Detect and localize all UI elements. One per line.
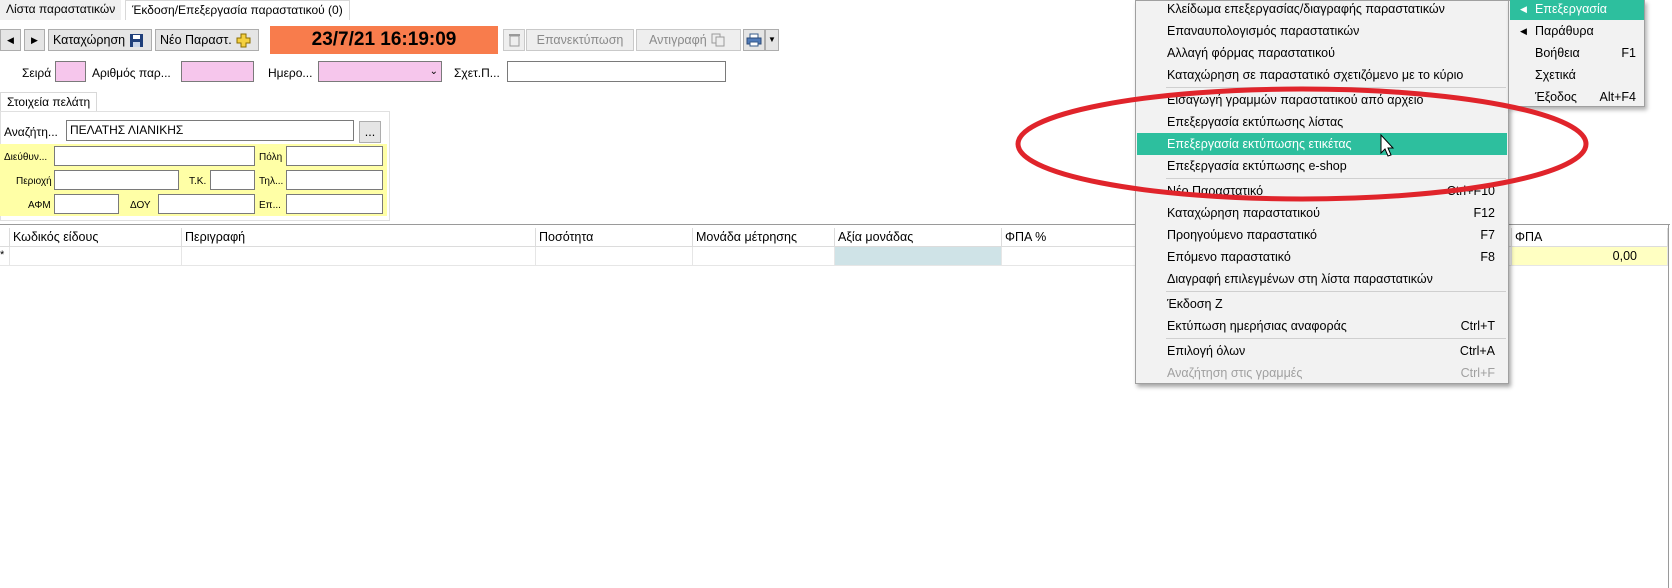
red-annotation-ellipse (1015, 86, 1589, 202)
mouse-cursor-icon (1380, 133, 1395, 157)
annotation-overlay (1015, 86, 1589, 202)
